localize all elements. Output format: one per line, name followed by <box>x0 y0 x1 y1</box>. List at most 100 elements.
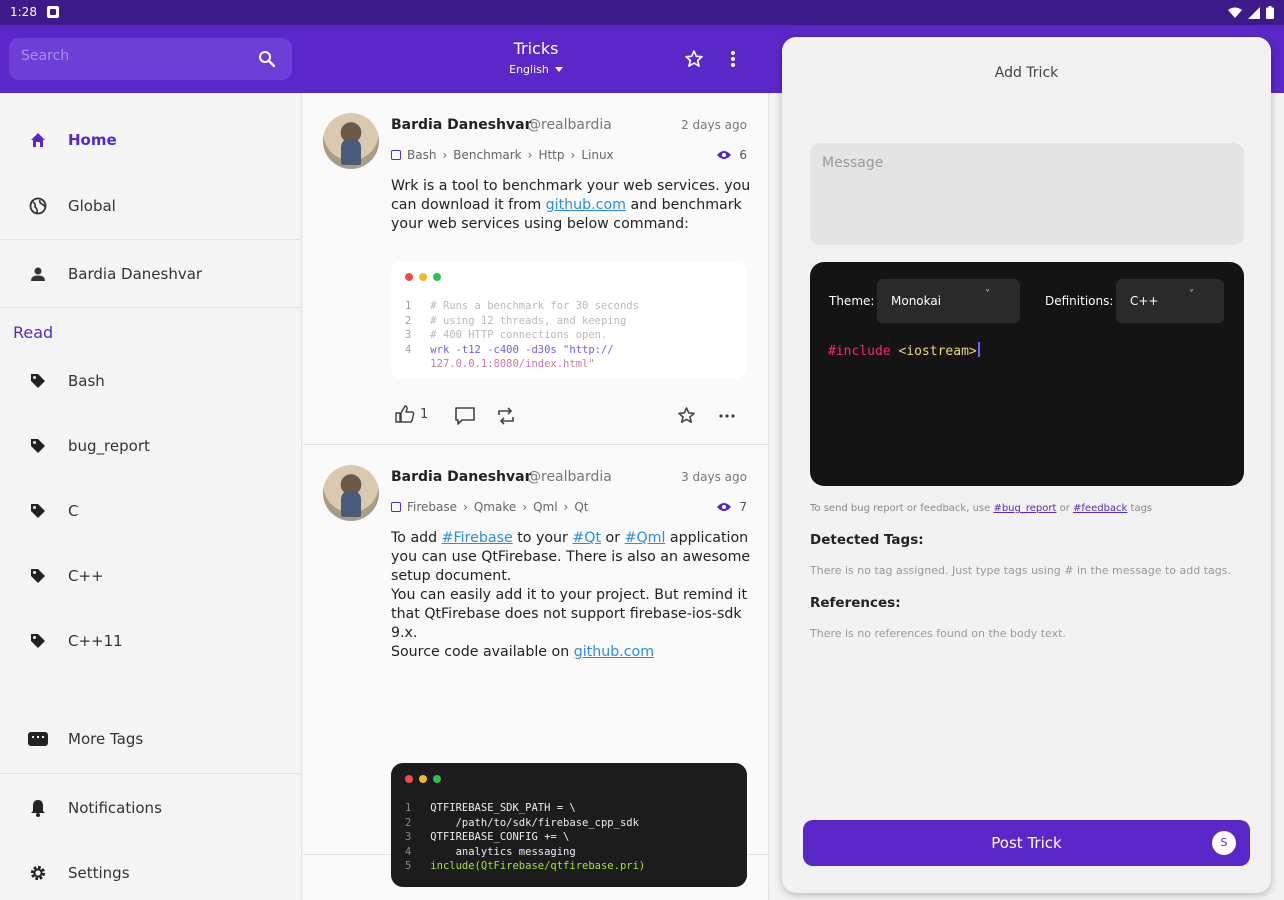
post-card[interactable]: Bardia Daneshvar @realbardia 2 days ago … <box>303 93 768 445</box>
feedback-hint: To send bug report or feedback, use #bug… <box>810 503 1153 514</box>
home-icon <box>28 130 48 150</box>
crumb[interactable]: Bash <box>407 148 436 162</box>
sidebar-item-tag-bash[interactable]: Bash <box>0 361 302 401</box>
post-card[interactable]: Bardia Daneshvar @realbardia 3 days ago … <box>303 445 768 887</box>
title-area: Tricks English <box>302 25 770 93</box>
sidebar-item-tag-bug-report[interactable]: bug_report <box>0 426 302 466</box>
author-handle: @realbardia <box>527 117 612 133</box>
search-icon[interactable] <box>258 50 276 68</box>
sidebar-item-notifications[interactable]: Notifications <box>0 788 302 828</box>
avatar[interactable] <box>323 113 379 169</box>
retweet-icon[interactable] <box>496 407 516 425</box>
sidebar-item-label: More Tags <box>68 730 144 748</box>
code-icon <box>391 150 401 160</box>
editor-code[interactable]: #include <iostream> <box>828 342 980 359</box>
window-dots <box>405 775 441 783</box>
feedback-tag-link[interactable]: #feedback <box>1073 503 1127 514</box>
author-name[interactable]: Bardia Daneshvar <box>391 469 531 485</box>
tag-icon <box>28 501 48 521</box>
breadcrumb: Firebase › Qmake › Qml › Qt <box>391 500 589 514</box>
hashtag-link[interactable]: #Firebase <box>442 530 513 546</box>
more-horizontal-icon[interactable] <box>719 414 735 418</box>
sidebar-item-label: Bardia Daneshvar <box>68 265 203 283</box>
sidebar-item-tag-c[interactable]: C <box>0 491 302 531</box>
sidebar-item-label: C <box>68 502 79 520</box>
post-link[interactable]: github.com <box>574 644 654 660</box>
references-text: There is no references found on the body… <box>810 627 1066 640</box>
search-box[interactable] <box>9 38 292 80</box>
sidebar-item-more-tags[interactable]: More Tags <box>0 719 302 759</box>
sidebar-item-label: Home <box>68 131 117 149</box>
crumb[interactable]: Benchmark <box>453 148 521 162</box>
crumb[interactable]: Http <box>538 148 564 162</box>
sidebar-item-label: Bash <box>68 372 105 390</box>
definitions-label: Definitions: <box>1045 294 1114 308</box>
bug-report-tag-link[interactable]: #bug_report <box>993 503 1056 514</box>
like-count: 1 <box>420 406 429 422</box>
like-button[interactable]: 1 <box>395 405 428 423</box>
code-text: 1 QTFIREBASE_SDK_PATH = \ 2 /path/to/sdk… <box>405 802 646 872</box>
sidebar-item-profile[interactable]: Bardia Daneshvar <box>0 254 302 294</box>
tag-icon <box>28 436 48 456</box>
sidebar-item-label: Settings <box>68 864 130 882</box>
panel-title: Add Trick <box>994 65 1059 81</box>
star-icon[interactable] <box>684 49 704 69</box>
divider <box>0 239 302 240</box>
post-link[interactable]: github.com <box>546 197 626 213</box>
language-label: English <box>509 63 549 76</box>
sidebar-item-tag-cpp[interactable]: C++ <box>0 556 302 596</box>
author-name[interactable]: Bardia Daneshvar <box>391 117 531 133</box>
sidebar-item-label: C++ <box>68 567 104 585</box>
crumb[interactable]: Qml <box>533 500 557 514</box>
theme-select[interactable]: Monokai ˅ <box>877 279 1020 323</box>
code-icon <box>391 502 401 512</box>
section-label-read: Read <box>13 323 54 342</box>
person-icon <box>28 264 48 284</box>
theme-value: Monokai <box>891 294 942 308</box>
message-field[interactable] <box>810 143 1244 245</box>
sidebar-item-home[interactable]: Home <box>0 120 302 160</box>
window-dots <box>405 273 441 281</box>
status-bar: 1:28 <box>0 0 1284 25</box>
hashtag-link[interactable]: #Qt <box>572 530 601 546</box>
message-input[interactable] <box>822 155 1232 235</box>
code-editor[interactable]: Theme: Monokai ˅ Definitions: C++ ˅ #inc… <box>810 262 1244 486</box>
crumb[interactable]: Qmake <box>474 500 516 514</box>
chevron-down-icon <box>554 67 563 72</box>
search-input[interactable] <box>21 48 241 64</box>
sidebar-item-label: bug_report <box>68 437 150 455</box>
definitions-select[interactable]: C++ ˅ <box>1116 279 1224 323</box>
sidebar: Home Global Bardia Daneshvar Read Bash b… <box>0 93 302 900</box>
text-cursor <box>977 342 980 357</box>
sidebar-header <box>0 25 302 93</box>
tag-icon <box>28 371 48 391</box>
crumb[interactable]: Firebase <box>407 500 457 514</box>
definitions-value: C++ <box>1130 294 1159 308</box>
crumb[interactable]: Linux <box>581 148 613 162</box>
sidebar-item-global[interactable]: Global <box>0 186 302 226</box>
more-vertical-icon[interactable] <box>730 50 736 68</box>
crumb[interactable]: Qt <box>574 500 588 514</box>
battery-icon <box>1266 6 1274 19</box>
sidebar-item-tag-cpp11[interactable]: C++11 <box>0 621 302 661</box>
gear-icon <box>28 863 48 883</box>
signal-icon <box>1248 6 1260 19</box>
account-badge[interactable]: S <box>1212 831 1236 855</box>
tags-icon <box>28 729 48 749</box>
code-text: 1 # Runs a benchmark for 30 seconds 2 # … <box>405 300 639 370</box>
detected-tags-text: There is no tag assigned. Just type tags… <box>810 564 1231 577</box>
post-body: To add #Firebase to your #Qt or #Qml app… <box>391 530 751 660</box>
comment-icon[interactable] <box>455 407 475 425</box>
view-count: 7 <box>717 500 747 514</box>
avatar[interactable] <box>323 465 379 521</box>
post-body: Wrk is a tool to benchmark your web serv… <box>391 178 751 232</box>
hashtag-link[interactable]: #Qml <box>625 530 666 546</box>
sidebar-item-settings[interactable]: Settings <box>0 853 302 893</box>
thumbs-up-icon <box>395 405 415 423</box>
add-trick-panel: Add Trick Theme: Monokai ˅ Definitions: … <box>782 37 1271 893</box>
post-trick-button[interactable]: Post Trick S <box>803 820 1250 866</box>
breadcrumb: Bash › Benchmark › Http › Linux <box>391 148 614 162</box>
detected-tags-label: Detected Tags: <box>810 532 924 548</box>
favorite-icon[interactable] <box>677 406 696 425</box>
code-block: 1 QTFIREBASE_SDK_PATH = \ 2 /path/to/sdk… <box>391 763 747 887</box>
